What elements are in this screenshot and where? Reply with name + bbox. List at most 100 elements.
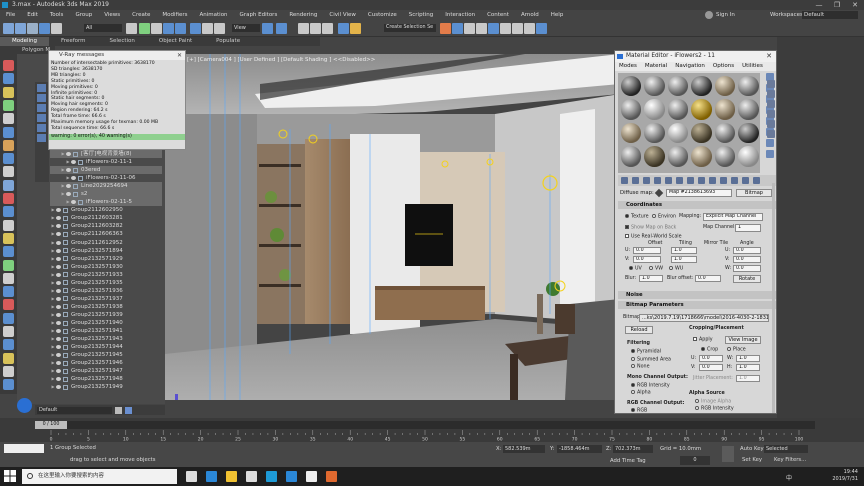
scene-explorer-list[interactable]: ▶ [客厅]电视背景墙(8) ▶ iFlowers-02-11-1 ▶ 03ered ▶ iF…	[50, 150, 162, 400]
visibility-eye-icon[interactable]	[56, 272, 61, 277]
menu-create[interactable]: Create	[126, 12, 156, 18]
select-by-material-icon[interactable]	[766, 150, 774, 158]
scene-tree-row[interactable]: ▶ Group2112612952	[50, 239, 162, 247]
vw-radio[interactable]: VW	[649, 266, 663, 273]
visibility-eye-icon[interactable]	[66, 168, 71, 173]
make-unique-icon[interactable]	[767, 130, 775, 138]
visibility-eye-icon[interactable]	[56, 337, 61, 342]
frame-buffer-icon[interactable]	[512, 23, 523, 34]
put-library-icon[interactable]	[687, 177, 694, 184]
material-sample-sphere[interactable]	[691, 99, 712, 120]
left-tool-icon[interactable]	[3, 246, 14, 258]
curve-editor-icon[interactable]	[464, 23, 475, 34]
scene-tree-row[interactable]: ▶ Group2112603281	[50, 214, 162, 222]
angle-snap-icon[interactable]	[298, 23, 309, 34]
left-tool-icon[interactable]	[3, 139, 14, 151]
left-tool-icon[interactable]	[3, 232, 14, 244]
vray-messages-titlebar[interactable]: V-Ray messages ✕	[49, 51, 185, 60]
select-by-name-icon[interactable]	[139, 23, 150, 34]
viewport-label[interactable]: [+] [Camera004 ] [User Defined ] [Defaul…	[187, 57, 375, 63]
visibility-eye-icon[interactable]	[56, 321, 61, 325]
reset-map-icon[interactable]	[767, 110, 775, 118]
material-menu-material[interactable]: Material	[641, 62, 671, 71]
view-image-button[interactable]: View Image	[725, 336, 761, 344]
map-name-field[interactable]: Map #2138613693	[666, 189, 732, 197]
visibility-eye-icon[interactable]	[71, 200, 76, 205]
qq-icon[interactable]	[286, 471, 297, 482]
scene-tree-row[interactable]: ▶ Group2132571933	[50, 271, 162, 279]
window-crossing-icon[interactable]	[163, 23, 174, 34]
material-editor-titlebar[interactable]: Material Editor - iFlowers2 - 11 ✕	[615, 51, 776, 62]
render-iterative-icon[interactable]	[536, 23, 547, 34]
material-sample-sphere[interactable]	[738, 99, 759, 120]
material-sample-sphere[interactable]	[667, 99, 688, 120]
close-button[interactable]: ✕	[846, 0, 864, 10]
left-tool-icon[interactable]	[3, 206, 14, 218]
image-alpha-radio[interactable]: Image Alpha	[695, 399, 731, 406]
scene-tree-row[interactable]: ▶ iFlowers-02-11-5	[50, 198, 162, 207]
spinner-snap-icon[interactable]	[322, 23, 333, 34]
ribbon-tab-object-paint[interactable]: Object Paint	[147, 37, 204, 46]
blur-field[interactable]: 1.0	[639, 275, 663, 282]
show-map-icon[interactable]	[709, 177, 716, 184]
summed-area-radio[interactable]: Summed Area	[631, 357, 671, 364]
scene-tree-row[interactable]: ▶ Group2132571935	[50, 279, 162, 287]
menu-edit[interactable]: Edit	[21, 12, 44, 18]
assign-material-icon[interactable]	[767, 100, 775, 108]
left-tool-icon[interactable]	[3, 365, 14, 377]
menu-modifiers[interactable]: Modifiers	[156, 12, 193, 18]
visibility-eye-icon[interactable]	[56, 369, 61, 374]
left-tool-icon[interactable]	[3, 193, 14, 204]
menu-civil-view[interactable]: Civil View	[323, 12, 361, 18]
material-menu-modes[interactable]: Modes	[615, 62, 641, 71]
pyramidal-radio[interactable]: Pyramidal	[631, 349, 661, 356]
v-angle-field[interactable]: 0.0	[733, 256, 761, 263]
reference-coord-dropdown[interactable]: View	[232, 24, 260, 32]
workspaces-dropdown[interactable]: Default	[802, 11, 858, 19]
material-sample-sphere[interactable]	[644, 122, 665, 143]
timeline-ruler[interactable]: 0 5 10 15 20 25 30 35 40 45 50 55 60 65 70 75 80 85 90 95 10…	[35, 430, 815, 441]
rotate-button[interactable]: Rotate	[733, 275, 761, 283]
material-sample-sphere[interactable]	[691, 122, 712, 143]
visibility-eye-icon[interactable]	[56, 256, 61, 261]
texture-radio[interactable]: Texture	[625, 214, 649, 221]
material-sample-sphere[interactable]	[644, 75, 665, 96]
material-editor-scrollbar[interactable]	[772, 183, 775, 413]
named-selection-set-dropdown[interactable]: Create Selection Se	[384, 24, 436, 32]
material-sample-sphere[interactable]	[667, 146, 688, 167]
material-sample-sphere[interactable]	[738, 75, 759, 96]
map-type-button[interactable]: Bitmap	[736, 189, 772, 197]
material-editor-icon[interactable]	[488, 23, 499, 34]
left-tool-icon[interactable]	[3, 126, 14, 138]
get-material-icon[interactable]	[621, 177, 628, 184]
scene-tree-row[interactable]: ▶ Group2132571937	[50, 295, 162, 303]
crop-radio[interactable]: Crop	[701, 347, 718, 354]
visibility-eye-icon[interactable]	[56, 208, 61, 213]
menu-views[interactable]: Views	[98, 12, 126, 18]
maximize-button[interactable]: ❐	[828, 0, 846, 10]
scene-tree-row[interactable]: ▶ Group2132571944	[50, 343, 162, 351]
scene-tree-row[interactable]: ▶ Group2132571946	[50, 359, 162, 367]
chrome-icon[interactable]	[306, 471, 317, 482]
taskbar-search-box[interactable]: 在这里输入你要搜索的内容	[22, 469, 177, 484]
camera-viewport[interactable]	[165, 54, 620, 400]
visibility-eye-icon[interactable]	[56, 329, 61, 334]
scale-icon[interactable]	[202, 23, 213, 34]
task-view-icon[interactable]	[186, 471, 197, 482]
scene-tree-row[interactable]: ▶ Group2112602950	[50, 206, 162, 214]
undo-icon[interactable]	[3, 23, 14, 34]
material-sample-sphere[interactable]	[620, 99, 641, 120]
sign-in-link[interactable]: Sign In	[716, 10, 735, 20]
menu-group[interactable]: Group	[69, 12, 98, 18]
edge-browser-icon[interactable]	[206, 471, 217, 482]
crop-u-field[interactable]: 0.0	[699, 355, 723, 362]
ribbon-tab-freeform[interactable]: Freeform	[49, 37, 98, 46]
visibility-eye-icon[interactable]	[56, 312, 61, 317]
menu-scripting[interactable]: Scripting	[403, 12, 439, 18]
material-editor-close-icon[interactable]: ✕	[766, 51, 772, 62]
vray-messages-close-icon[interactable]: ✕	[177, 51, 182, 60]
time-slider[interactable]: 0 / 100	[35, 421, 815, 429]
left-tool-icon[interactable]	[3, 379, 14, 391]
uv-radio[interactable]: UV	[629, 266, 642, 273]
left-tool-icon[interactable]	[3, 326, 14, 337]
